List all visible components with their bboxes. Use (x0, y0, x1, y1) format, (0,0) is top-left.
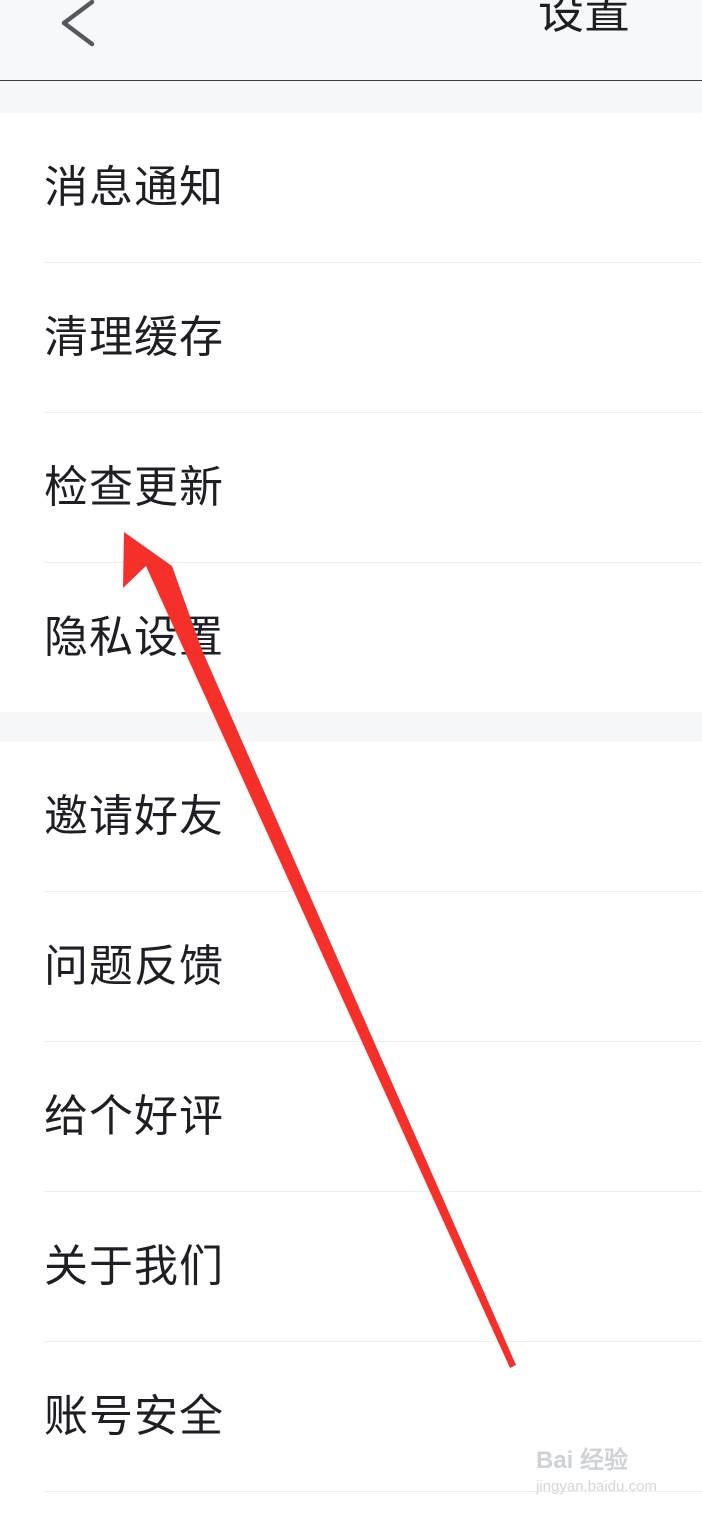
settings-item-check-update[interactable]: 检查更新 (0, 413, 702, 563)
settings-item-rate-app[interactable]: 给个好评 (0, 1042, 702, 1192)
settings-item-label: 关于我们 (44, 1241, 224, 1292)
section-gap (0, 81, 702, 113)
settings-item-privacy[interactable]: 隐私设置 (0, 563, 702, 713)
back-button[interactable] (50, 0, 110, 58)
chevron-left-icon (61, 0, 95, 47)
settings-item-notifications[interactable]: 消息通知 (0, 113, 702, 263)
settings-item-clear-cache[interactable]: 清理缓存 (0, 263, 702, 413)
settings-item-label: 隐私设置 (44, 612, 224, 663)
settings-item-account-security[interactable]: 账号安全 (0, 1342, 702, 1492)
settings-item-label: 邀请好友 (44, 791, 224, 842)
settings-item-about-us[interactable]: 关于我们 (0, 1192, 702, 1342)
settings-item-label: 清理缓存 (44, 312, 224, 363)
settings-item-label: 问题反馈 (44, 941, 224, 992)
settings-group-more: 邀请好友 问题反馈 给个好评 关于我们 账号安全 (0, 742, 702, 1519)
section-gap (0, 712, 702, 742)
settings-item-label: 检查更新 (44, 462, 224, 513)
settings-item-label: 消息通知 (44, 162, 224, 213)
settings-item-label: 账号安全 (44, 1391, 224, 1442)
settings-item-feedback[interactable]: 问题反馈 (0, 892, 702, 1042)
settings-item-label: 给个好评 (44, 1091, 224, 1142)
settings-item-invite-friends[interactable]: 邀请好友 (0, 742, 702, 892)
divider (44, 1491, 702, 1492)
nav-header: 设置 (0, 0, 702, 81)
settings-group-general: 消息通知 清理缓存 检查更新 隐私设置 (0, 113, 702, 712)
page-title: 设置 (538, 0, 630, 39)
